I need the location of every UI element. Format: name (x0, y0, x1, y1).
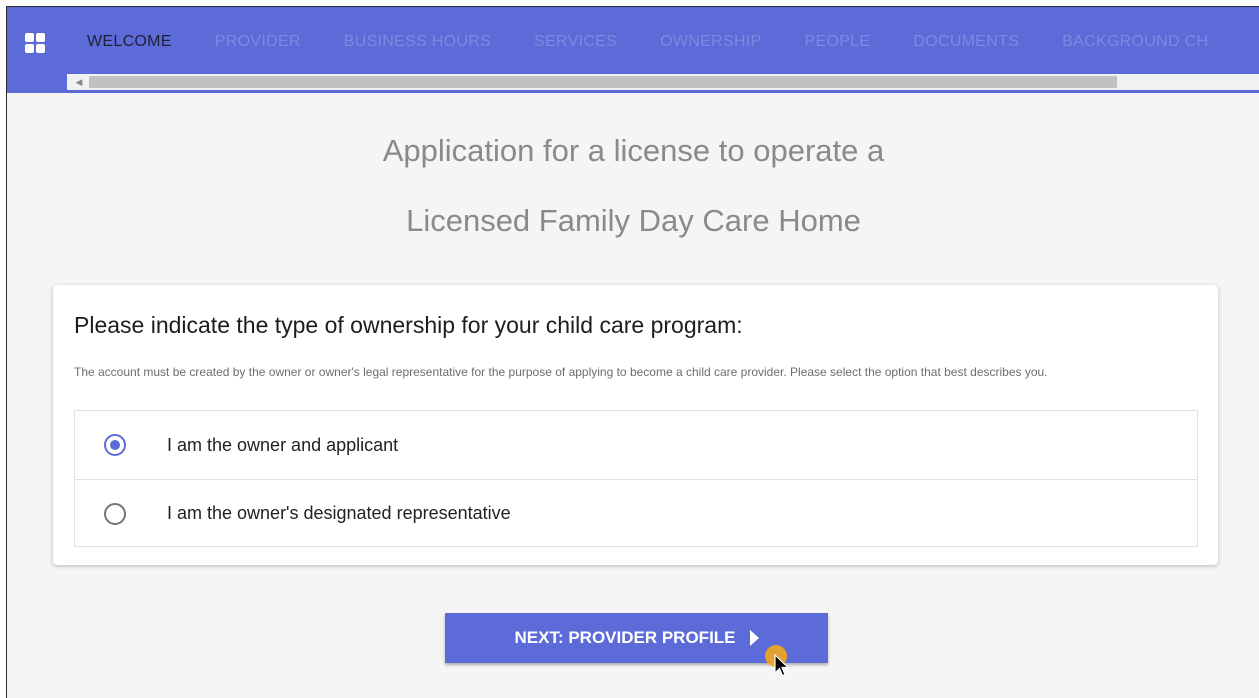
apps-grid-icon[interactable] (25, 33, 45, 53)
ownership-description: The account must be created by the owner… (74, 365, 1048, 379)
tab-provider[interactable]: PROVIDER (215, 29, 301, 55)
tab-background-check[interactable]: BACKGROUND CH (1062, 29, 1208, 55)
tab-welcome[interactable]: WELCOME (87, 29, 172, 55)
tab-business-hours[interactable]: BUSINESS HOURS (344, 29, 491, 55)
option-owner-applicant[interactable]: I am the owner and applicant (75, 411, 1197, 479)
tabs-horizontal-scrollbar[interactable]: ◀ (67, 74, 1259, 90)
app-frame: WELCOME PROVIDER BUSINESS HOURS SERVICES… (6, 6, 1259, 698)
mouse-cursor-icon (774, 654, 790, 677)
ownership-options: I am the owner and applicant I am the ow… (74, 410, 1198, 547)
step-tabs: WELCOME PROVIDER BUSINESS HOURS SERVICES… (87, 29, 1251, 55)
option-owner-applicant-label: I am the owner and applicant (167, 434, 399, 455)
next-button-label: NEXT: PROVIDER PROFILE (514, 628, 736, 647)
ownership-heading: Please indicate the type of ownership fo… (74, 312, 743, 338)
radio-owner-applicant[interactable] (104, 434, 126, 456)
tab-services[interactable]: SERVICES (534, 29, 617, 55)
page-title-line-2: Licensed Family Day Care Home (406, 203, 861, 238)
tab-documents[interactable]: DOCUMENTS (913, 29, 1019, 55)
tab-people[interactable]: PEOPLE (805, 29, 871, 55)
page-title-line-1: Application for a license to operate a (382, 133, 885, 168)
option-designated-representative[interactable]: I am the owner's designated representati… (75, 479, 1197, 547)
option-designated-representative-label: I am the owner's designated representati… (167, 503, 511, 523)
scroll-left-arrow-icon[interactable]: ◀ (71, 74, 87, 90)
caret-right-icon (749, 630, 759, 646)
ownership-card: Please indicate the type of ownership fo… (53, 285, 1218, 565)
radio-designated-representative[interactable] (104, 502, 126, 525)
scrollbar-thumb[interactable] (89, 76, 1117, 88)
tab-ownership[interactable]: OWNERSHIP (660, 29, 761, 55)
